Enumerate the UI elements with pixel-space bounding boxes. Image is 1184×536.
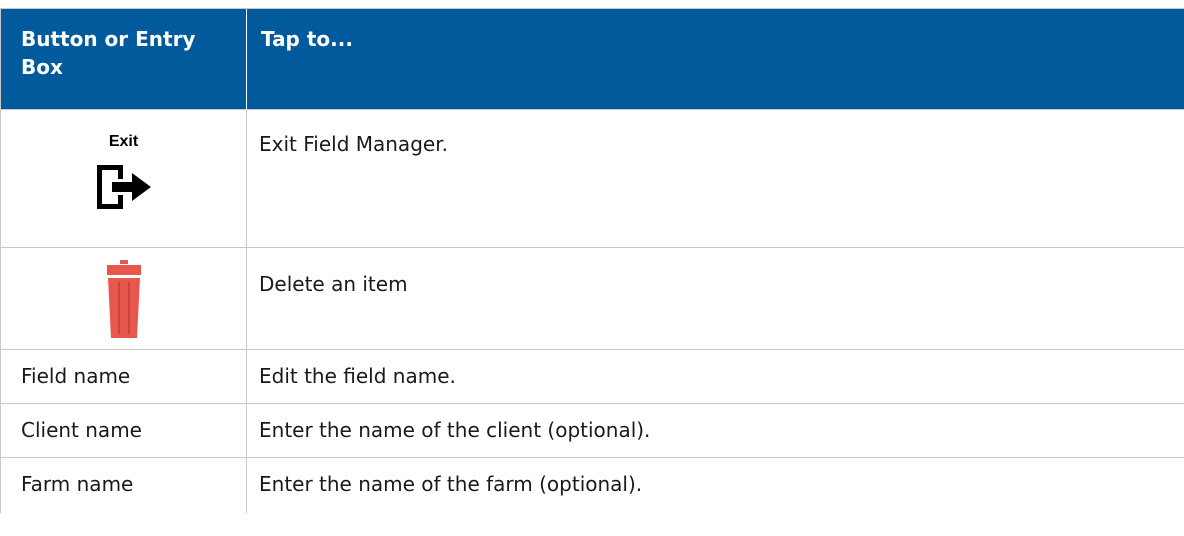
table-row: Client name Enter the name of the client… xyxy=(0,403,1184,458)
trash-icon[interactable] xyxy=(106,260,142,340)
description-cell: Enter the name of the client (optional). xyxy=(246,403,1184,458)
reference-table: Button or Entry Box Tap to... Exit Exit … xyxy=(0,8,1184,513)
table-header-row: Button or Entry Box Tap to... xyxy=(0,8,1184,110)
description-cell: Delete an item xyxy=(246,247,1184,350)
column-header-tap-to: Tap to... xyxy=(246,8,1184,110)
button-cell: Exit xyxy=(0,109,247,248)
button-cell xyxy=(0,247,247,350)
exit-button[interactable]: Exit xyxy=(94,132,154,212)
entry-box-label: Field name xyxy=(0,349,247,404)
exit-button-label: Exit xyxy=(108,133,139,150)
description-cell: Edit the field name. xyxy=(246,349,1184,404)
table-row: Farm name Enter the name of the farm (op… xyxy=(0,457,1184,513)
table-row: Delete an item xyxy=(0,247,1184,350)
table-row: Exit Exit Field Manager. xyxy=(0,109,1184,248)
description-cell: Exit Field Manager. xyxy=(246,109,1184,248)
column-header-button-or-entry-box: Button or Entry Box xyxy=(0,8,247,110)
entry-box-label: Client name xyxy=(0,403,247,458)
entry-box-label: Farm name xyxy=(0,457,247,513)
description-cell: Enter the name of the farm (optional). xyxy=(246,457,1184,513)
table-row: Field name Edit the field name. xyxy=(0,349,1184,404)
exit-icon xyxy=(96,165,151,209)
